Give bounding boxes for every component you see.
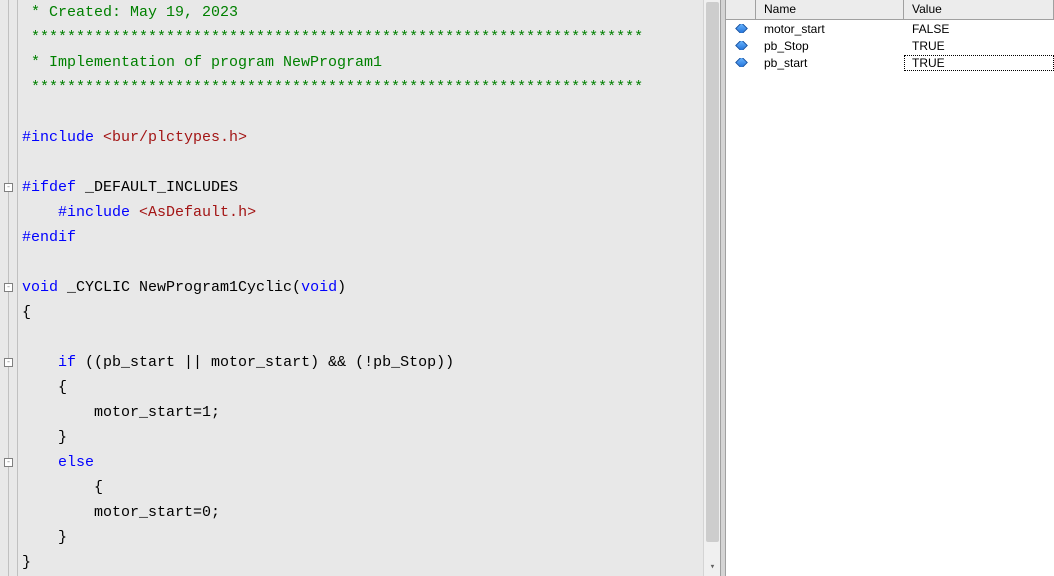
code-token: #include [58,204,130,221]
code-token: _DEFAULT_INCLUDES [76,179,238,196]
fold-toggle-icon[interactable]: - [4,458,13,467]
code-token: { [22,479,103,496]
watch-panel: Name Value motor_startFALSEpb_StopTRUEpb… [726,0,1054,576]
code-token: ((pb_start || motor_start) && (!pb_Stop)… [76,354,454,371]
code-token: #ifdef [22,179,76,196]
code-line[interactable]: ****************************************… [22,25,720,50]
code-line[interactable]: } [22,525,720,550]
watch-variable-name: motor_start [756,22,904,36]
code-line[interactable]: ****************************************… [22,75,720,100]
diamond-icon [735,41,748,50]
code-token: void [301,279,337,296]
code-line[interactable]: * Created: May 19, 2023 [22,0,720,25]
variable-icon [726,24,756,33]
code-token: } [22,554,31,571]
watch-variable-name: pb_start [756,56,904,70]
code-token: { [22,304,31,321]
code-token: <bur/plctypes.h> [103,129,247,146]
code-token: } [22,429,67,446]
code-line[interactable]: #include <AsDefault.h> [22,200,720,225]
code-line[interactable]: { [22,300,720,325]
code-token: if [58,354,76,371]
code-token: ) [337,279,346,296]
code-editor-panel: - - - - * Created: May 19, 2023 ***********… [0,0,720,576]
fold-toggle-icon[interactable]: - [4,283,13,292]
code-line[interactable]: motor_start=0; [22,500,720,525]
watch-header-row: Name Value [726,0,1054,20]
code-line[interactable] [22,100,720,125]
vertical-scrollbar[interactable]: ▾ [703,0,720,576]
watch-variable-value[interactable]: TRUE [904,55,1054,71]
code-token [94,129,103,146]
code-token: motor_start=0; [22,504,220,521]
editor-gutter: - - - - [0,0,18,576]
watch-header-icon-col[interactable] [726,0,756,19]
watch-row[interactable]: pb_StopTRUE [726,37,1054,54]
code-line[interactable]: if ((pb_start || motor_start) && (!pb_St… [22,350,720,375]
variable-icon [726,58,756,67]
code-token: #endif [22,229,76,246]
code-line[interactable]: #ifdef _DEFAULT_INCLUDES [22,175,720,200]
code-token: ****************************************… [22,29,643,46]
diamond-icon [735,58,748,67]
fold-toggle-icon[interactable]: - [4,358,13,367]
code-line[interactable] [22,250,720,275]
watch-header-name-col[interactable]: Name [756,0,904,19]
scrollbar-down-button[interactable]: ▾ [704,559,720,576]
code-token [22,454,58,471]
watch-variable-value[interactable]: FALSE [904,22,1054,36]
code-token: { [22,379,67,396]
code-line[interactable]: } [22,550,720,575]
code-token: else [58,454,94,471]
watch-row[interactable]: motor_startFALSE [726,20,1054,37]
code-token: motor_start=1; [22,404,220,421]
code-line[interactable]: #include <bur/plctypes.h> [22,125,720,150]
watch-variable-name: pb_Stop [756,39,904,53]
watch-body: motor_startFALSEpb_StopTRUEpb_startTRUE [726,20,1054,71]
code-line[interactable]: #endif [22,225,720,250]
code-token: * Implementation of program NewProgram1 [22,54,382,71]
code-line[interactable] [22,325,720,350]
code-line[interactable]: else [22,450,720,475]
code-token: } [22,529,67,546]
code-line[interactable]: { [22,375,720,400]
code-token: #include [22,129,94,146]
code-line[interactable]: void _CYCLIC NewProgram1Cyclic(void) [22,275,720,300]
variable-icon [726,41,756,50]
code-token [22,354,58,371]
code-token: * Created: May 19, 2023 [22,4,238,21]
fold-toggle-icon[interactable]: - [4,183,13,192]
watch-variable-value[interactable]: TRUE [904,39,1054,53]
watch-row[interactable]: pb_startTRUE [726,54,1054,71]
diamond-icon [735,24,748,33]
code-line[interactable]: { [22,475,720,500]
code-area[interactable]: * Created: May 19, 2023 ****************… [18,0,720,576]
code-token: <AsDefault.h> [139,204,256,221]
code-token: ****************************************… [22,79,643,96]
code-token [130,204,139,221]
code-token: _CYCLIC NewProgram1Cyclic( [58,279,301,296]
watch-header-value-col[interactable]: Value [904,0,1054,19]
code-token: void [22,279,58,296]
code-line[interactable]: motor_start=1; [22,400,720,425]
code-line[interactable] [22,150,720,175]
code-token [22,204,58,221]
scrollbar-thumb[interactable] [706,2,719,542]
code-line[interactable]: } [22,425,720,450]
code-line[interactable]: * Implementation of program NewProgram1 [22,50,720,75]
